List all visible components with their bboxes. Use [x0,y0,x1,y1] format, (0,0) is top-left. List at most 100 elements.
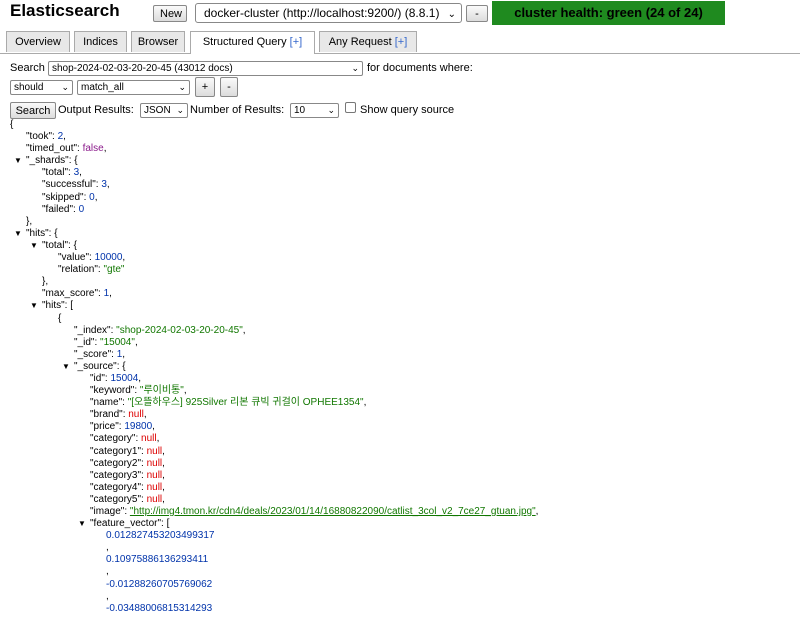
json-key: "max_score" [42,288,99,300]
json-open: { [73,239,77,251]
json-line: "image": "http://img4.tmon.kr/cdn4/deals… [10,506,538,518]
tab-any-request[interactable]: Any Request [+] [319,31,417,52]
json-value: null [146,457,163,469]
chevron-down-icon: ⌄ [178,82,186,92]
cluster-select[interactable]: docker-cluster (http://localhost:9200/) … [195,3,462,23]
json-key: "category" [90,433,136,445]
json-comma: , [363,397,367,409]
json-line: "price": 19800, [10,421,538,433]
show-source-label: Show query source [360,104,455,116]
output-results-label: Output Results: [58,104,134,116]
json-line: "_id": "15004", [10,337,538,349]
json-value: false [82,143,104,155]
json-value: null [128,409,144,421]
json-key: "category4" [90,481,142,493]
json-comma: , [162,481,165,493]
json-line: "id": 15004, [10,373,538,385]
json-line: -0.01288260705769062 [10,579,538,591]
json-open: [ [70,300,74,312]
query-results: {"took": 2, "timed_out": false, ▼ "_shards"… [10,119,538,615]
result-count-value: 10 [294,105,306,116]
json-text: 0.10975886136293411 [106,554,209,566]
json-comma: , [63,131,66,143]
collapse-toggle-icon[interactable]: ▼ [78,518,90,530]
json-value: "gte" [103,264,125,276]
json-value: null [146,469,163,481]
json-key: "failed" [42,203,74,215]
json-value: null [146,445,163,457]
json-text: }, [42,276,49,288]
json-comma: , [122,348,126,360]
bool-select[interactable]: should ⌄ [10,80,73,95]
json-key: "value" [58,252,90,264]
json-text: , [106,542,109,554]
json-comma: , [79,167,82,179]
json-text: -0.01288260705769062 [106,578,213,590]
header-bar: Elasticsearch New docker-cluster (http:/… [0,0,800,28]
json-comma: , [162,457,165,469]
output-format-value: JSON [144,105,171,116]
json-key: "category3" [90,469,142,481]
json-line: ▼ "feature_vector": [ [10,518,538,530]
json-line: "relation": "gte" [10,264,538,276]
json-line: "category2": null, [10,458,538,470]
tab-overview[interactable]: Overview [6,31,70,52]
json-comma: , [183,385,187,397]
cluster-select-value: docker-cluster (http://localhost:9200/) … [204,6,440,20]
json-line: { [10,119,538,131]
add-clause-button[interactable]: + [195,77,215,97]
collapse-toggle-icon[interactable]: ▼ [30,240,42,252]
result-count-select[interactable]: 10 ⌄ [290,103,339,118]
json-text: -0.03488006815314293 [106,602,213,614]
json-line: "total": 3, [10,167,538,179]
tab-indices[interactable]: Indices [74,31,127,52]
output-format-select[interactable]: JSON ⌄ [140,103,188,118]
for-documents-label: for documents where: [367,62,473,74]
json-key: "category5" [90,493,142,505]
json-value: "15004" [100,336,135,348]
json-comma: , [156,433,160,445]
json-line: "_score": 1, [10,349,538,361]
tab-plus: [+] [289,36,303,48]
tab-browser[interactable]: Browser [131,31,185,52]
json-line: 0.10975886136293411 [10,554,538,566]
json-line: "category": null, [10,433,538,445]
remove-cluster-button[interactable]: - [466,5,488,22]
json-comma: , [242,324,246,336]
json-line: "name": "[오뜰하우스] 925Silver 리본 큐빅 귀걸이 OPH… [10,397,538,409]
remove-clause-button[interactable]: - [220,77,238,97]
new-connection-button[interactable]: New [153,5,187,22]
tab-structured-query[interactable]: Structured Query [+] [190,31,315,54]
json-line: "keyword": "루이비통", [10,385,538,397]
json-key: "feature_vector" [90,518,162,530]
json-line: "category3": null, [10,470,538,482]
json-line: ▼ "_source": { [10,361,538,373]
json-line: , [10,542,538,554]
json-key: "brand" [90,409,123,421]
json-text: , [106,566,109,578]
json-line: "timed_out": false, [10,143,538,155]
json-text: , [106,590,109,602]
json-comma: , [134,336,138,348]
chevron-down-icon: ⌄ [61,82,69,92]
collapse-toggle-icon[interactable]: ▼ [30,300,42,312]
search-button[interactable]: Search [10,102,56,119]
json-comma: , [122,252,126,264]
tab-label: Structured Query [202,36,290,48]
json-comma: , [535,506,539,517]
json-comma: , [106,179,110,191]
json-line: -0.03488006815314293 [10,603,538,615]
collapse-toggle-icon[interactable]: ▼ [14,228,26,240]
json-comma: , [162,469,165,481]
json-line: "value": 10000, [10,252,538,264]
show-source-checkbox[interactable] [345,102,356,113]
clause-select[interactable]: match_all ⌄ [77,80,190,95]
json-value: null [146,493,163,505]
collapse-toggle-icon[interactable]: ▼ [62,361,74,373]
json-value: 10000 [94,252,123,264]
index-select[interactable]: shop-2024-02-03-20-20-45 (43012 docs) ⌄ [48,61,363,76]
collapse-toggle-icon[interactable]: ▼ [14,155,26,167]
json-value[interactable]: "http://img4.tmon.kr/cdn4/deals/2023/01/… [130,506,536,517]
json-line: ▼ "total": { [10,240,538,252]
json-key: "name" [90,397,123,409]
